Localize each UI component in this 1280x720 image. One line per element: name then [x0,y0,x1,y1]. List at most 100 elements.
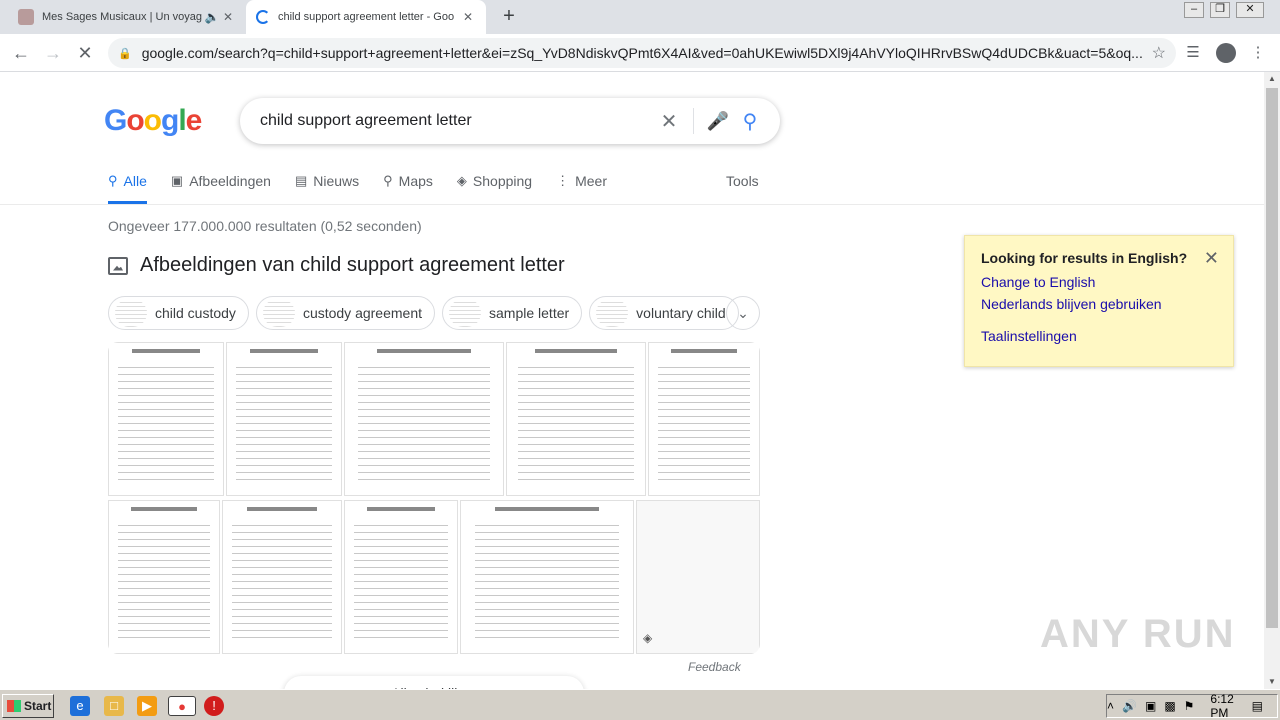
network-icon[interactable]: ▣ [1145,699,1156,713]
stay-dutch-link[interactable]: Nederlands blijven gebruiken [981,296,1217,312]
speaker-icon[interactable]: 🔈 [204,10,220,24]
loading-spinner-icon [256,10,270,24]
map-pin-icon: ⚲ [383,173,393,188]
chevron-down-icon[interactable]: ⌄ [726,296,760,330]
back-button[interactable]: ← [10,42,32,64]
tab-more[interactable]: ⋮ Meer [556,168,607,204]
news-icon: ▤ [294,173,308,188]
page-scrollbar[interactable]: ▲ ▼ [1264,72,1280,689]
browser-tab-search[interactable]: child support agreement letter - Goo ✕ [246,0,486,34]
clear-search-icon[interactable]: ✕ [653,109,685,134]
windows-taskbar: Start e □ ▶ ● ! ˄ 🔊 ▣ ▩ ⚑ 6:12 PM ▤ [0,689,1280,720]
tab-label: Shopping [472,173,533,189]
image-result[interactable] [108,342,224,496]
profile-avatar-icon[interactable] [1216,43,1236,63]
images-section-heading[interactable]: Afbeeldingen van child support agreement… [108,254,565,277]
anyrun-watermark: ANY RUN [1040,612,1236,656]
image-result[interactable] [460,500,634,654]
url-text[interactable]: google.com/search?q=child+support+agreem… [142,45,1152,61]
tab-label: Nieuws [313,173,360,189]
new-tab-button[interactable]: + [498,6,520,28]
tab-title: Mes Sages Musicaux | Un voyag [42,11,202,23]
lock-icon[interactable]: 🔒 [118,47,132,60]
image-result[interactable] [344,500,458,654]
tab-label: Afbeeldingen [189,173,271,189]
browser-tab-music[interactable]: Mes Sages Musicaux | Un voyag 🔈 ✕ [8,0,246,34]
image-result[interactable] [506,342,646,496]
folder-icon[interactable]: □ [104,696,124,716]
tabs-divider [0,204,1264,205]
language-settings-link[interactable]: Taalinstellingen [981,328,1217,344]
tab-news[interactable]: ▤ Nieuws [295,168,359,204]
volume-icon[interactable]: 🔊 [1122,699,1137,713]
search-tabs: ⚲ Alle ▣ Afbeeldingen ▤ Nieuws ⚲ Maps ◈ Shopp… [108,168,631,204]
feedback-link[interactable]: Feedback [688,660,741,674]
change-to-english-link[interactable]: Change to English [981,274,1217,290]
image-result[interactable]: ◈ [636,500,760,654]
tab-label: Maps [398,173,433,189]
image-result[interactable] [648,342,760,496]
alert-app-icon[interactable]: ! [204,696,224,716]
stop-button[interactable]: ✕ [74,42,96,64]
chevron-up-icon[interactable]: ˄ [1107,699,1114,713]
searchbox-divider [693,108,694,134]
scroll-up-icon[interactable]: ▲ [1264,72,1280,86]
chip-sample-letter[interactable]: sample letter [442,296,583,330]
address-bar[interactable]: 🔒 google.com/search?q=child+support+agre… [108,38,1176,68]
tab-close-icon[interactable]: ✕ [220,10,236,24]
clock[interactable]: 6:12 PM [1210,692,1247,720]
forward-button[interactable]: → [42,42,64,64]
close-icon[interactable]: ✕ [1204,248,1219,269]
chip-thumbnail [115,299,147,327]
image-icon [108,256,128,275]
search-submit-icon[interactable]: ⚲ [734,109,766,134]
result-stats: Ongeveer 177.000.000 resultaten (0,52 se… [108,218,422,234]
image-results-grid: ◈ [108,342,760,654]
bookmark-star-icon[interactable]: ☆ [1152,43,1166,63]
language-prompt: Looking for results in English? ✕ Change… [964,235,1234,367]
microphone-icon[interactable]: 🎤 [702,111,734,132]
chip-custody-agreement[interactable]: custody agreement [255,296,436,330]
tab-shopping[interactable]: ◈ Shopping [457,168,532,204]
tab-close-icon[interactable]: ✕ [460,10,476,24]
view-all-images-button[interactable]: Alles bekijken [284,676,584,689]
image-result[interactable] [226,342,342,496]
show-desktop-icon[interactable]: ▤ [1252,699,1263,713]
tools-button[interactable]: Tools [726,173,759,189]
site-favicon-icon [18,9,34,25]
media-player-icon[interactable]: ▶ [137,696,157,716]
chip-label: voluntary child [636,305,726,321]
image-result[interactable] [344,342,504,496]
restore-button[interactable]: ❐ [1210,2,1230,18]
image-result[interactable] [108,500,220,654]
chip-voluntary-child[interactable]: voluntary child [589,296,739,330]
monitor-icon[interactable]: ▩ [1164,699,1175,713]
tab-maps[interactable]: ⚲ Maps [383,168,433,204]
tab-all[interactable]: ⚲ Alle [108,168,147,204]
image-result[interactable] [222,500,342,654]
search-icon: ⚲ [108,173,118,188]
tab-title: child support agreement letter - Goo [278,11,455,23]
google-logo[interactable]: Google [104,104,202,138]
browser-toolbar: ← → ✕ 🔒 google.com/search?q=child+suppor… [0,34,1280,72]
scroll-thumb[interactable] [1266,88,1278,628]
chip-child-custody[interactable]: child custody [108,296,249,330]
tag-icon: ◈ [456,173,467,188]
start-button[interactable]: Start [2,694,54,718]
more-vert-icon: ⋮ [556,173,570,188]
flag-icon[interactable]: ⚑ [1184,699,1195,713]
images-heading-text: Afbeeldingen van child support agreement… [140,254,565,276]
minimize-button[interactable]: – [1184,2,1204,18]
window-close-button[interactable]: ✕ [1236,2,1264,18]
menu-more-icon[interactable]: ⋮ [1248,43,1268,63]
chrome-icon[interactable]: ● [168,696,196,716]
search-input[interactable] [260,112,653,130]
scroll-down-icon[interactable]: ▼ [1264,675,1280,689]
language-prompt-title: Looking for results in English? [981,250,1188,266]
chip-label: custody agreement [302,305,423,321]
internet-explorer-icon[interactable]: e [70,696,90,716]
chip-thumbnail [449,299,482,327]
search-box: ✕ 🎤 ⚲ [240,98,780,144]
tab-images[interactable]: ▣ Afbeeldingen [171,168,271,204]
media-control-icon[interactable]: ☰ [1183,43,1203,63]
